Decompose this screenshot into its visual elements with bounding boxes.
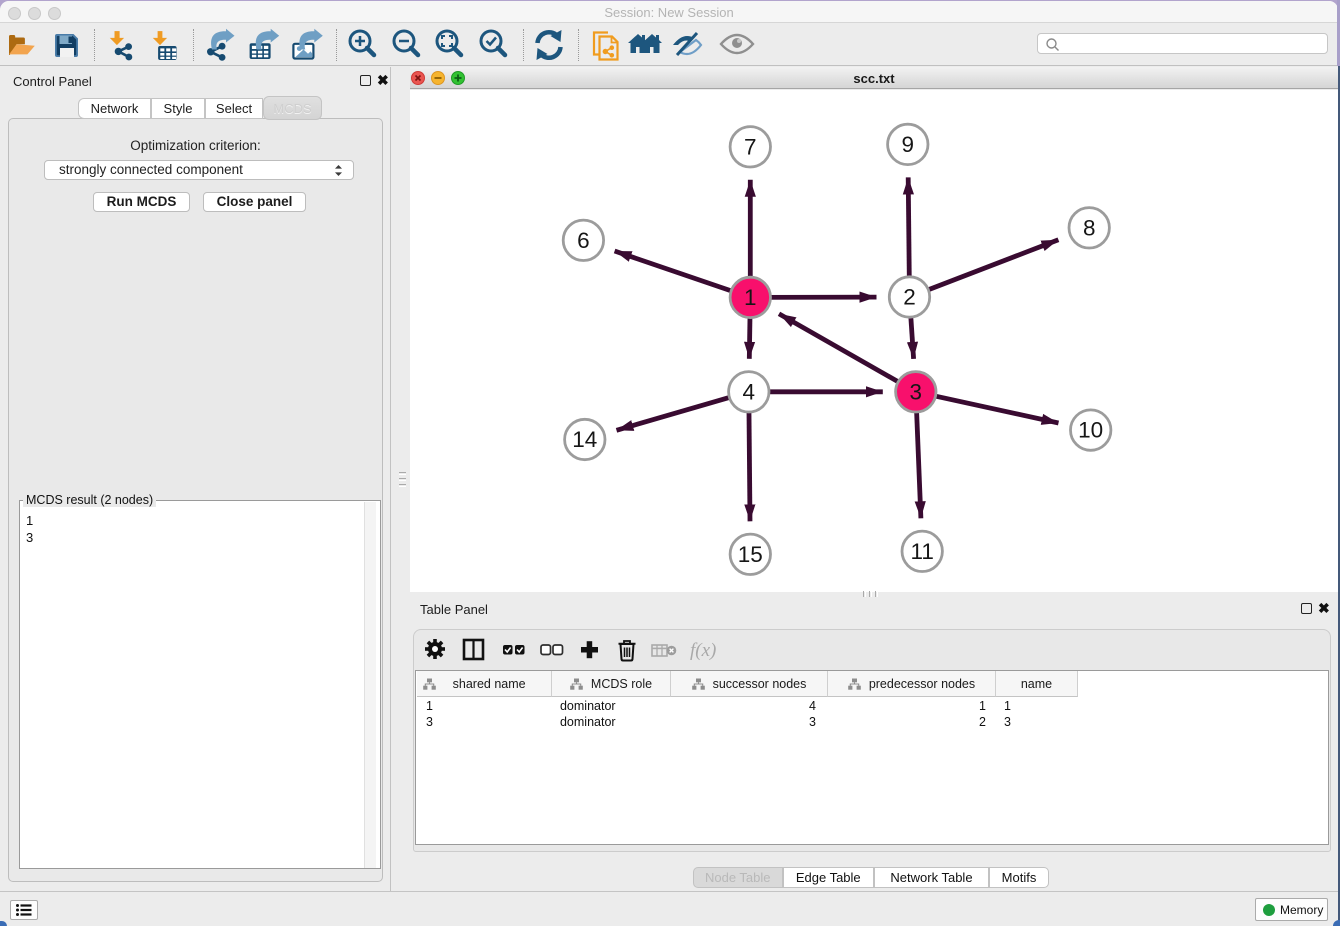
svg-text:2: 2 xyxy=(903,285,916,310)
svg-text:8: 8 xyxy=(1083,215,1096,240)
svg-text:7: 7 xyxy=(744,134,757,159)
svg-text:11: 11 xyxy=(911,539,934,564)
svg-text:4: 4 xyxy=(743,379,756,404)
svg-text:6: 6 xyxy=(577,228,590,253)
svg-text:15: 15 xyxy=(738,542,763,567)
svg-text:10: 10 xyxy=(1078,418,1103,443)
svg-text:1: 1 xyxy=(744,285,757,310)
svg-text:3: 3 xyxy=(910,379,923,404)
svg-text:14: 14 xyxy=(572,427,597,452)
svg-text:9: 9 xyxy=(902,132,915,157)
svg-text:f(x): f(x) xyxy=(690,640,716,661)
